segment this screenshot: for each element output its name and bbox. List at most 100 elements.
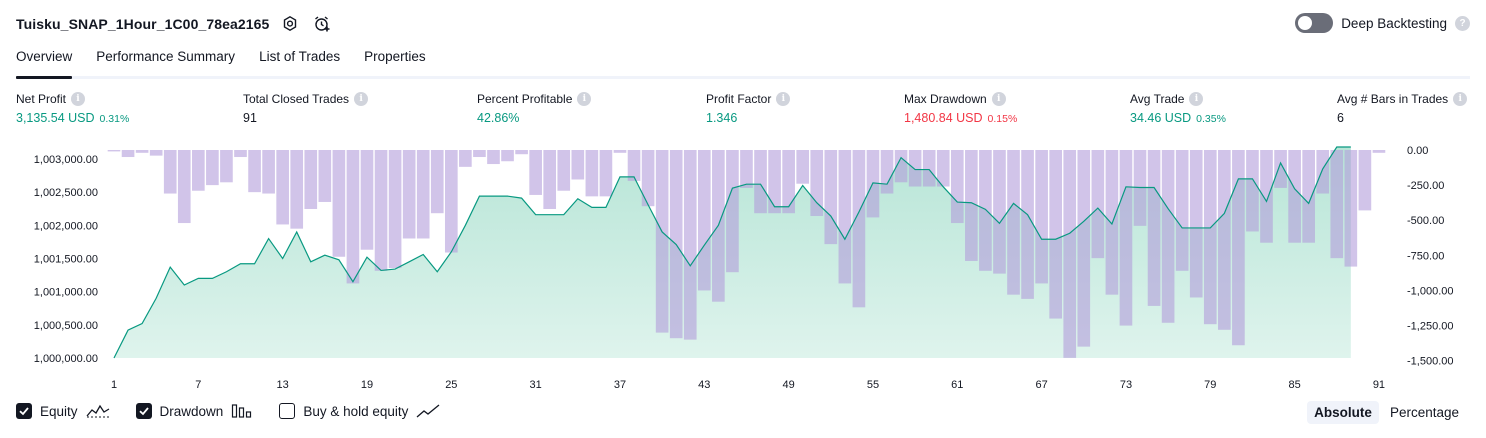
tab-list-of-trades[interactable]: List of Trades — [259, 46, 340, 76]
drawdown-bar — [908, 150, 922, 187]
gear-icon[interactable] — [279, 13, 301, 35]
info-icon[interactable]: i — [577, 92, 592, 106]
drawdown-bar — [1021, 150, 1034, 299]
drawdown-bar — [993, 150, 1006, 274]
drawdown-bar — [276, 150, 289, 225]
drawdown-bar — [234, 150, 247, 158]
drawdown-bar — [627, 150, 641, 181]
info-icon[interactable]: i — [1453, 92, 1468, 106]
x-tick-label: 73 — [1120, 379, 1132, 390]
drawdown-bar — [1260, 150, 1273, 243]
help-icon[interactable]: ? — [1455, 15, 1470, 31]
buy-hold-toggle[interactable]: Buy & hold equity — [279, 403, 440, 419]
tab-properties[interactable]: Properties — [364, 46, 426, 76]
tab-performance-summary[interactable]: Performance Summary — [96, 46, 235, 76]
drawdown-bar — [1049, 150, 1063, 319]
metric-percent: 0.35% — [1196, 113, 1226, 125]
drawdown-bar — [655, 150, 669, 333]
chart-legend: Equity Drawdown Buy & hold equity — [16, 403, 466, 419]
toggle-knob — [1298, 16, 1313, 30]
y-left-tick-label: 1,002,500.00 — [34, 187, 98, 199]
info-icon[interactable]: i — [71, 92, 86, 106]
buy-hold-checkbox[interactable] — [279, 403, 296, 419]
y-left-tick-label: 1,000,000.00 — [34, 353, 98, 365]
metric-max-drawdown: Max Drawdown i 1,480.84 USD 0.15% — [904, 92, 1017, 125]
drawdown-bar — [1175, 150, 1189, 271]
drawdown-checkbox[interactable] — [135, 403, 152, 419]
x-tick-label: 49 — [783, 379, 795, 390]
metric-value: 34.46 USD — [1130, 111, 1192, 125]
drawdown-bar — [585, 150, 599, 197]
y-right-tick-label: 0.00 — [1407, 145, 1428, 157]
metric-percent: 0.31% — [99, 113, 130, 125]
info-icon[interactable]: i — [354, 92, 369, 106]
equity-drawdown-chart[interactable]: 1,000,000.00 1,000,500.00 1,001,000.00 1,00… — [0, 140, 1486, 390]
equity-checkbox[interactable] — [16, 403, 32, 419]
drawdown-toggle[interactable]: Drawdown — [135, 403, 254, 419]
drawdown-bar — [248, 150, 261, 193]
metric-label: Avg # Bars in Trades — [1337, 92, 1449, 106]
drawdown-bar — [149, 150, 163, 156]
drawdown-bar — [1007, 150, 1020, 295]
tab-bar: Overview Performance Summary List of Tra… — [16, 46, 1470, 79]
drawdown-bar — [1372, 150, 1386, 153]
buy-hold-label: Buy & hold equity — [303, 403, 409, 419]
value-mode-switch: Absolute Percentage — [1307, 401, 1466, 424]
drawdown-bar — [529, 150, 542, 195]
metric-net-profit: Net Profit i 3,135.54 USD 0.31% — [16, 92, 129, 125]
percentage-button[interactable]: Percentage — [1383, 401, 1466, 424]
metric-value: 42.86% — [477, 111, 520, 125]
drawdown-bar — [1288, 150, 1301, 243]
info-icon[interactable]: i — [991, 92, 1006, 106]
metric-value: 1.346 — [706, 111, 738, 125]
drawdown-bar — [402, 150, 416, 239]
drawdown-bar — [613, 150, 627, 153]
drawdown-bar — [571, 150, 585, 180]
drawdown-bar — [1077, 150, 1091, 347]
buy-hold-line-icon — [416, 403, 440, 419]
info-icon[interactable]: i — [1189, 92, 1204, 106]
drawdown-bar — [1161, 150, 1175, 323]
drawdown-bar — [852, 150, 866, 308]
drawdown-bar — [107, 150, 121, 152]
absolute-button[interactable]: Absolute — [1307, 401, 1379, 424]
drawdown-bar — [192, 150, 205, 191]
drawdown-bar — [768, 150, 781, 214]
drawdown-bar — [360, 150, 374, 250]
deep-backtesting-toggle[interactable] — [1295, 13, 1334, 33]
drawdown-bar — [206, 150, 219, 186]
drawdown-bar — [290, 150, 304, 229]
metric-profit-factor: Profit Factor i 1.346 — [706, 92, 791, 125]
deep-backtesting: Deep Backtesting ? — [1295, 13, 1470, 33]
metric-percent-profitable: Percent Profitable i 42.86% — [477, 92, 592, 125]
x-tick-label: 13 — [277, 379, 289, 390]
tab-overview[interactable]: Overview — [16, 46, 73, 79]
x-tick-label: 67 — [1036, 379, 1048, 390]
metric-label: Total Closed Trades — [243, 92, 350, 106]
info-icon[interactable]: i — [776, 92, 791, 106]
drawdown-bar — [459, 150, 472, 167]
drawdown-bar — [121, 150, 135, 158]
drawdown-bar — [473, 150, 486, 158]
x-tick-label: 1 — [111, 379, 117, 390]
drawdown-bar — [922, 150, 936, 187]
drawdown-bar — [374, 150, 388, 271]
drawdown-bar — [838, 150, 852, 284]
drawdown-bar — [641, 150, 655, 207]
drawdown-bar — [1302, 150, 1315, 243]
y-right-tick-label: -1,500.00 — [1407, 356, 1453, 368]
equity-toggle[interactable]: Equity — [16, 403, 110, 419]
y-right-tick-label: -250.00 — [1407, 180, 1444, 192]
y-left-tick-label: 1,001,500.00 — [34, 253, 98, 265]
drawdown-bar — [740, 150, 753, 188]
y-left-tick-label: 1,003,000.00 — [34, 154, 98, 166]
drawdown-bar — [1035, 150, 1048, 284]
metric-value: 3,135.54 USD — [16, 111, 95, 125]
drawdown-bar — [1147, 150, 1161, 306]
drawdown-bar — [1119, 150, 1133, 326]
alarm-clock-plus-icon[interactable] — [311, 13, 333, 35]
metric-value: 1,480.84 USD — [904, 111, 983, 125]
equity-line-icon — [86, 403, 110, 419]
drawdown-bar — [1203, 150, 1217, 325]
drawdown-bar — [430, 150, 444, 214]
